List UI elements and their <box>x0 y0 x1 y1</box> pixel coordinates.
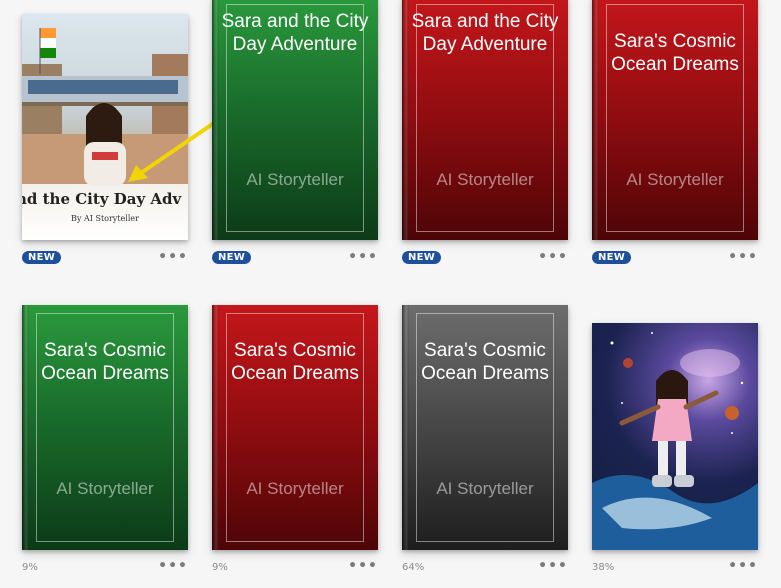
book-cover[interactable]: Sara's Cosmic Ocean Dreams AI Storytelle… <box>212 305 378 550</box>
more-options-button[interactable]: ••• <box>158 558 188 574</box>
cover-title: Sara and the City Day Adventure <box>221 11 369 55</box>
cover-title: Sara's Cosmic Ocean Dreams <box>231 340 359 384</box>
book-cover[interactable]: Sara and the City Day Adventure AI Story… <box>212 0 378 240</box>
reading-progress: 9% <box>22 562 38 573</box>
cover-author: AI Storyteller <box>436 479 534 498</box>
new-badge: NEW <box>592 251 632 264</box>
new-badge: NEW <box>212 251 252 264</box>
cover-title: Sara's Cosmic Ocean Dreams <box>421 340 549 384</box>
cover-title: Sara's Cosmic Ocean Dreams <box>41 340 169 384</box>
book-cover[interactable]: Sara's Cosmic Ocean Dreams AI Storytelle… <box>402 305 568 550</box>
more-options-button[interactable]: ••• <box>728 558 758 574</box>
new-badge: NEW <box>402 251 442 264</box>
more-options-button[interactable]: ••• <box>348 558 378 574</box>
book-cover[interactable] <box>592 323 758 550</box>
cover-illustration <box>592 332 758 550</box>
cover-title: Sara and the City Day Adventure <box>411 11 559 55</box>
cover-title: Sara's Cosmic Ocean Dreams <box>611 31 739 75</box>
more-options-button[interactable]: ••• <box>728 249 758 265</box>
cover-author: AI Storyteller <box>246 170 344 189</box>
cover-author: AI Storyteller <box>626 170 724 189</box>
more-options-button[interactable]: ••• <box>538 249 568 265</box>
book-cover[interactable]: nd the City Day Adv By AI Storyteller <box>22 14 188 240</box>
book-cover[interactable]: Sara and the City Day Adventure AI Story… <box>402 0 568 240</box>
cover-byline: By AI Storyteller <box>71 214 139 223</box>
book-cover[interactable]: Sara's Cosmic Ocean Dreams AI Storytelle… <box>22 305 188 550</box>
more-options-button[interactable]: ••• <box>538 558 568 574</box>
reading-progress: 9% <box>212 562 228 573</box>
reading-progress: 64% <box>402 562 425 573</box>
cover-author: AI Storyteller <box>246 479 344 498</box>
cover-title: nd the City Day Adv <box>22 190 182 208</box>
book-cover[interactable]: Sara's Cosmic Ocean Dreams AI Storytelle… <box>592 0 758 240</box>
cover-author: AI Storyteller <box>436 170 534 189</box>
new-badge: NEW <box>22 251 62 264</box>
reading-progress: 38% <box>592 562 615 573</box>
more-options-button[interactable]: ••• <box>158 249 188 265</box>
cover-author: AI Storyteller <box>56 479 154 498</box>
more-options-button[interactable]: ••• <box>348 249 378 265</box>
